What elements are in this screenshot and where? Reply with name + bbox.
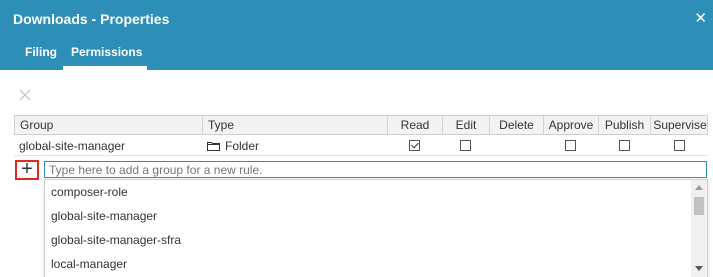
group-suggestions-dropdown: composer-role global-site-manager global… <box>44 179 708 277</box>
tab-permissions[interactable]: Permissions <box>71 45 142 59</box>
table-row[interactable]: global-site-manager Folder <box>14 136 708 156</box>
column-header-group[interactable]: Group <box>15 116 203 134</box>
dialog-header: Downloads - Properties ✕ Filing Permissi… <box>0 0 713 70</box>
suggestion-item[interactable]: global-site-manager-sfra <box>45 228 690 252</box>
edit-cell <box>442 136 489 155</box>
scroll-down-icon[interactable] <box>695 266 703 271</box>
publish-cell <box>598 136 650 155</box>
plus-icon: + <box>21 158 33 180</box>
edit-checkbox[interactable] <box>460 140 471 151</box>
active-tab-indicator <box>63 66 147 70</box>
column-header-type[interactable]: Type <box>203 116 388 134</box>
grid-header-row: Group Type Read Edit Delete Approve Publ… <box>14 115 708 135</box>
close-icon[interactable]: ✕ <box>694 11 707 26</box>
delete-rule-icon[interactable] <box>18 88 32 102</box>
column-header-edit[interactable]: Edit <box>443 116 490 134</box>
suggestion-item[interactable]: global-site-manager <box>45 204 690 228</box>
read-cell <box>387 136 442 155</box>
row-type: Folder <box>202 136 387 155</box>
supervise-checkbox[interactable] <box>673 140 685 151</box>
suggestion-item[interactable]: composer-role <box>45 180 690 204</box>
column-header-read[interactable]: Read <box>388 116 443 134</box>
dropdown-scrollbar[interactable] <box>691 180 707 277</box>
delete-cell <box>489 136 543 155</box>
column-header-supervise[interactable]: Supervise <box>651 116 709 134</box>
scroll-up-icon[interactable] <box>695 185 703 190</box>
approve-cell <box>543 136 598 155</box>
dialog-title: Downloads - Properties <box>13 11 170 27</box>
suggestion-item[interactable]: local-manager <box>45 252 690 276</box>
column-header-approve[interactable]: Approve <box>544 116 599 134</box>
tab-filing[interactable]: Filing <box>25 45 57 59</box>
approve-checkbox[interactable] <box>565 140 576 151</box>
add-rule-button[interactable]: + <box>15 158 39 180</box>
row-type-label: Folder <box>225 138 260 153</box>
row-group: global-site-manager <box>19 138 126 153</box>
supervise-cell <box>650 136 708 155</box>
read-checkbox[interactable] <box>409 140 420 151</box>
publish-checkbox[interactable] <box>618 140 630 151</box>
scroll-thumb[interactable] <box>694 197 704 215</box>
column-header-delete[interactable]: Delete <box>490 116 544 134</box>
folder-icon <box>207 141 220 151</box>
group-search-input[interactable] <box>44 161 707 178</box>
column-header-publish[interactable]: Publish <box>599 116 651 134</box>
